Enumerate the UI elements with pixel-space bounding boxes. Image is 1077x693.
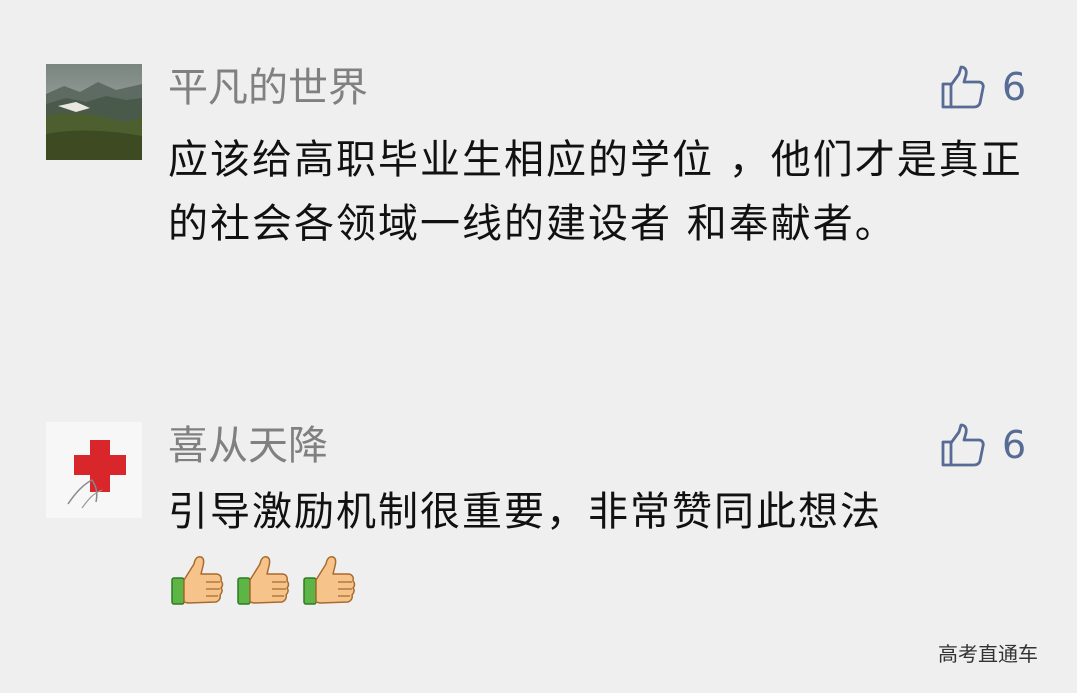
comment-item: 平凡的世界 6 应该给高职毕业生相应的学位 ，他们才是真正的社会各领域一线的建设… (0, 0, 1077, 380)
comment-item: 喜从天降 6 引导激励机制很重要，非常赞同此想法 (0, 380, 1077, 640)
like-count: 6 (1002, 423, 1027, 467)
like-count: 6 (1002, 65, 1027, 109)
like-button[interactable]: 6 (940, 62, 1026, 112)
like-button[interactable]: 6 (940, 420, 1026, 470)
thumbs-up-outline-icon (941, 423, 985, 467)
comment-text: 引导激励机制很重要，非常赞同此想法 (168, 489, 882, 535)
comment-text: 应该给高职毕业生相应的学位 ，他们才是真正的社会各领域一线的建设者 和奉献者。 (168, 137, 1023, 247)
thumbs-up-outline-icon (941, 65, 985, 109)
thumbs-up-emoji (171, 556, 224, 605)
nickname[interactable]: 喜从天降 (168, 422, 328, 470)
user-avatar[interactable] (46, 64, 142, 160)
mountain-landscape-avatar (46, 64, 142, 160)
watermark-text: 高考直通车 (938, 642, 1038, 666)
nickname[interactable]: 平凡的世界 (168, 64, 368, 112)
thumbs-up-emoji (303, 556, 356, 605)
thumbs-up-emoji (237, 556, 290, 605)
user-avatar[interactable] (46, 422, 142, 518)
emoji-row (168, 552, 358, 610)
red-cross-avatar (46, 422, 142, 518)
